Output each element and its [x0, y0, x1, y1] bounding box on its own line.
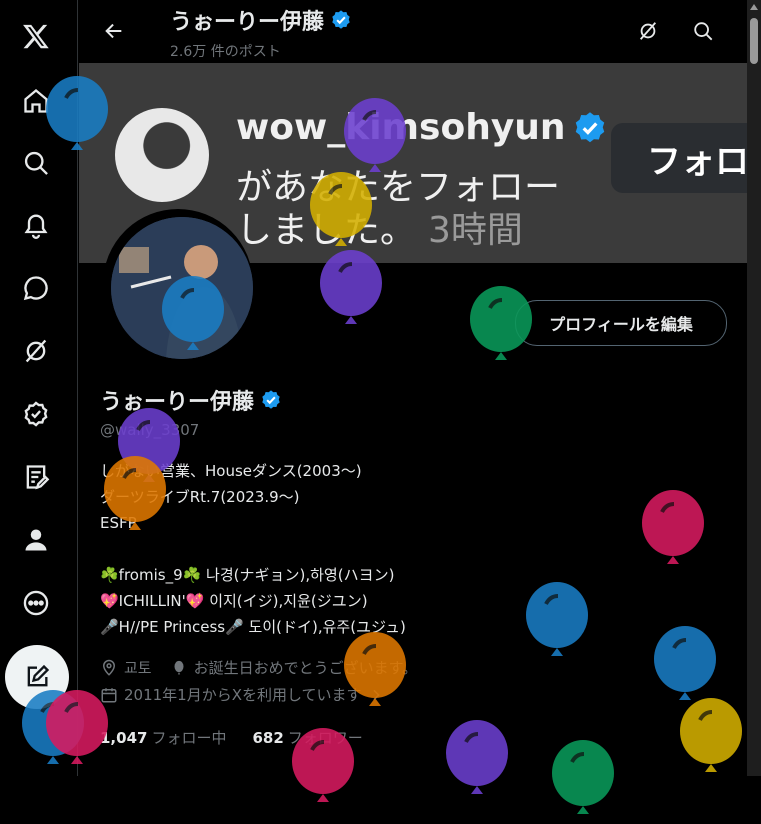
followers-count: 682: [252, 729, 284, 747]
verified-badge-icon: [575, 111, 604, 142]
bio-line: 🎤H//PE Princess🎤 도이(ドイ),유주(ユジュ): [100, 618, 406, 636]
search-icon: [24, 151, 48, 175]
nav-premium[interactable]: [10, 388, 62, 440]
followers-link[interactable]: 682 フォロワー: [252, 727, 362, 748]
profile-joined: 2011年1月からXを利用しています: [124, 686, 362, 704]
header-display-name: うぉーりー伊藤: [170, 10, 325, 35]
profile-avatar[interactable]: [103, 209, 253, 359]
bio-line: ☘️fromis_9☘️ 나경(ナギョン),하영(ハヨン): [100, 566, 395, 584]
scrollbar-thumb[interactable]: [750, 18, 758, 64]
sidebar: [0, 0, 78, 776]
nav-profile[interactable]: [10, 514, 62, 566]
profile-display-name: うぉーりー伊藤: [100, 390, 255, 415]
search-button[interactable]: [686, 14, 720, 48]
nav-notifications[interactable]: [10, 199, 62, 251]
banner-time: 3時間: [428, 210, 523, 251]
profile-bio: しがない営業、Houseダンス(2003〜) ダーツライブRt.7(2023.9…: [100, 458, 406, 640]
grok-button[interactable]: [631, 14, 665, 48]
profile-birthday: お誕生日おめでとうございます。: [193, 659, 418, 677]
nav-grok[interactable]: [10, 325, 62, 377]
profile-icon: [25, 529, 47, 551]
bio-line: [100, 536, 406, 562]
bell-icon: [24, 214, 48, 239]
back-button[interactable]: [97, 14, 131, 48]
more-icon: [23, 590, 49, 616]
balloon-icon: [174, 660, 184, 674]
followers-label: フォロワー: [287, 729, 363, 747]
compose-post-button[interactable]: [5, 645, 69, 709]
back-icon: [105, 23, 122, 39]
profile-handle: @wally_3307: [100, 421, 200, 439]
compose-icon: [27, 664, 50, 687]
following-link[interactable]: 1,047 フォロー中: [100, 727, 226, 748]
banner-text-line3-main: しました。: [236, 210, 417, 251]
nav-explore[interactable]: [10, 137, 62, 189]
profile-name-row: うぉーりー伊藤: [100, 384, 282, 416]
nav-more[interactable]: [10, 577, 62, 629]
banner-username: wow_kimsohyun: [236, 107, 566, 148]
banner-text-line3: しました。 3時間: [236, 201, 523, 253]
banner-follow-button: フォロ: [611, 123, 747, 193]
following-count: 1,047: [100, 729, 148, 747]
following-label: フォロー中: [151, 729, 227, 747]
profile-avatar-photo: [111, 217, 253, 359]
bio-line: しがない営業、Houseダンス(2003〜): [100, 462, 362, 480]
lists-icon: [26, 465, 50, 490]
chevron-right-icon: [373, 689, 380, 700]
nav-home[interactable]: [10, 75, 62, 127]
page-scrollbar[interactable]: [747, 0, 761, 776]
profile-stats: 1,047 フォロー中 682 フォロワー: [100, 727, 363, 748]
banner-avatar: [115, 108, 209, 202]
header-post-count: 2.6万 件のポスト: [170, 44, 281, 60]
bio-line: ダーツライブRt.7(2023.9〜): [100, 488, 300, 506]
profile-joined-row[interactable]: 2011年1月からXを利用しています: [100, 684, 384, 705]
home-icon: [24, 88, 48, 113]
nav-lists[interactable]: [10, 451, 62, 503]
verified-badge-icon[interactable]: [260, 389, 282, 411]
header-title: うぉーりー伊藤: [170, 4, 352, 36]
banner-username-row: wow_kimsohyun: [236, 107, 608, 148]
messages-icon: [23, 276, 48, 301]
location-icon: [102, 659, 116, 676]
grok-icon: [639, 22, 657, 40]
calendar-icon: [101, 687, 117, 702]
x-logo-link[interactable]: [10, 10, 62, 62]
verified-badge-icon: [332, 10, 350, 29]
edit-profile-button[interactable]: プロフィールを編集: [515, 300, 727, 346]
bio-line: 💖ICHILLIN'💖 이지(イジ),지윤(ジユン): [100, 592, 368, 610]
grok-icon: [25, 339, 47, 363]
scroll-up-arrow-icon[interactable]: [750, 4, 758, 10]
x-logo-icon: [23, 24, 49, 49]
search-icon: [694, 22, 713, 41]
profile-location: 교토: [124, 659, 152, 677]
profile-meta-row: 교토 お誕生日おめでとうございます。: [100, 657, 417, 678]
verified-icon: [24, 401, 48, 427]
bio-line: ESFP: [100, 514, 137, 532]
profile-main: うぉーりー伊藤 2.6万 件のポスト wow_kimsohyun があなたをフォ…: [79, 0, 747, 776]
profile-header-bar: うぉーりー伊藤 2.6万 件のポスト: [79, 0, 747, 63]
nav-messages[interactable]: [10, 262, 62, 314]
avatar-photo-shape: [111, 217, 253, 359]
